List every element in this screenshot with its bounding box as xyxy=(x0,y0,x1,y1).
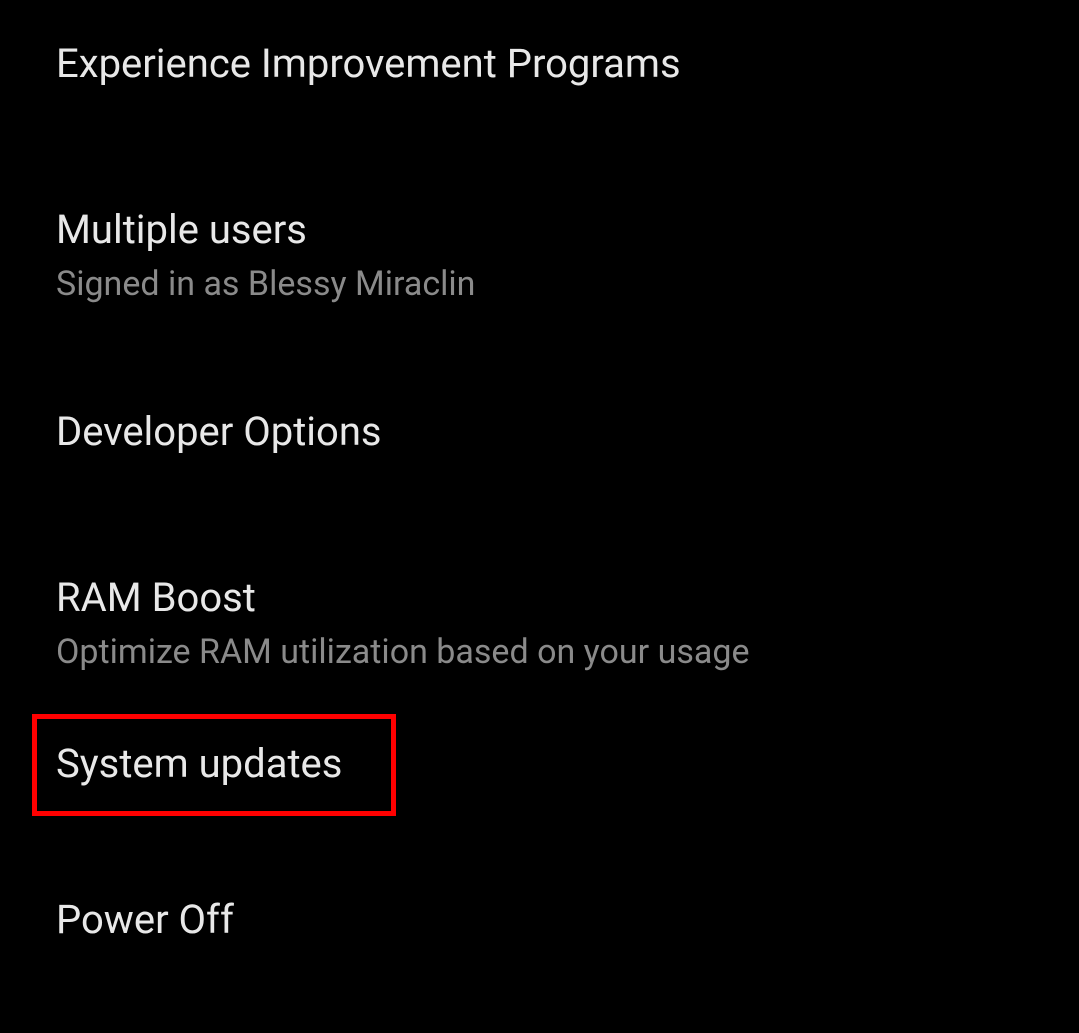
settings-item-title: System updates xyxy=(56,740,1023,788)
settings-item-title: Developer Options xyxy=(56,408,1023,456)
settings-item-system-updates[interactable]: System updates xyxy=(0,740,1079,788)
settings-list: Experience Improvement Programs Multiple… xyxy=(0,0,1079,944)
settings-item-ram-boost[interactable]: RAM Boost Optimize RAM utilization based… xyxy=(0,574,1079,674)
settings-item-subtitle: Signed in as Blessy Miraclin xyxy=(56,262,1023,306)
settings-item-subtitle: Optimize RAM utilization based on your u… xyxy=(56,630,1023,674)
settings-item-title: Experience Improvement Programs xyxy=(56,40,1023,88)
settings-item-title: Multiple users xyxy=(56,206,1023,254)
settings-item-title: RAM Boost xyxy=(56,574,1023,622)
settings-item-power-off[interactable]: Power Off xyxy=(0,896,1079,944)
settings-item-multiple-users[interactable]: Multiple users Signed in as Blessy Mirac… xyxy=(0,206,1079,306)
settings-item-developer-options[interactable]: Developer Options xyxy=(0,408,1079,456)
settings-item-title: Power Off xyxy=(56,896,1023,944)
settings-item-experience-improvement[interactable]: Experience Improvement Programs xyxy=(0,40,1079,88)
